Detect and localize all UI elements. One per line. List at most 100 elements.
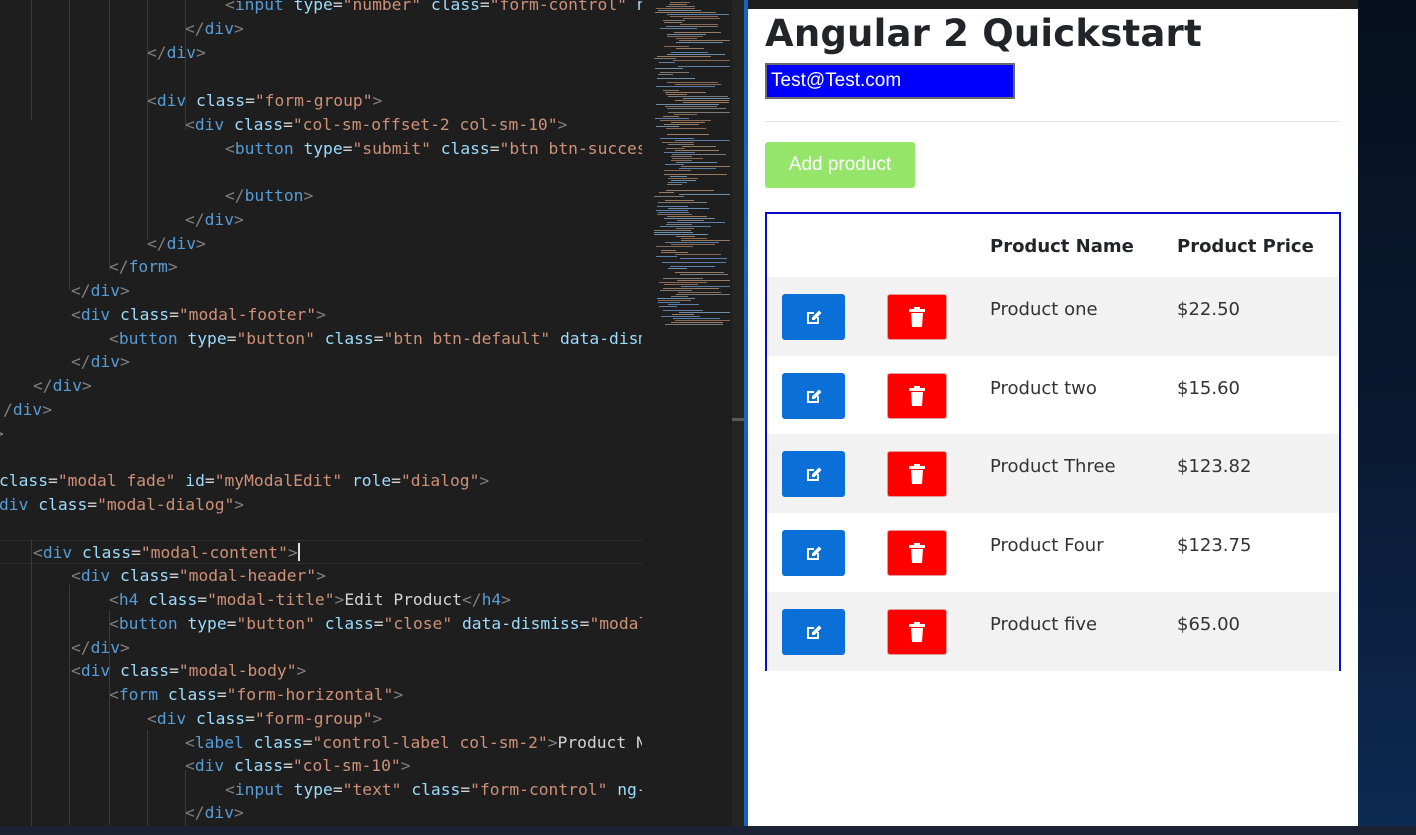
code-token: > (234, 495, 245, 514)
table-header: Product Name Product Price (767, 214, 1339, 275)
delete-product-button[interactable] (887, 609, 947, 655)
code-token: / (3, 400, 13, 419)
minimap-line (680, 24, 718, 25)
product-price-cell: $123.75 (1177, 535, 1252, 556)
minimap-line (654, 234, 708, 235)
delete-product-button[interactable] (887, 373, 947, 419)
minimap-line (674, 32, 721, 33)
code-token: "form-control" (470, 780, 608, 799)
code-token: = (283, 115, 293, 134)
code-line-content: </div> (71, 350, 130, 374)
code-token: button (118, 614, 178, 633)
trash-icon (908, 542, 926, 564)
product-price-cell: $123.82 (1177, 456, 1252, 477)
minimap-line (663, 20, 685, 21)
code-token: class (196, 709, 246, 728)
code-token: role (351, 471, 392, 490)
code-token: < (71, 661, 81, 680)
minimap-line (665, 164, 684, 165)
minimap-line (667, 108, 726, 109)
code-token: class (38, 495, 88, 514)
minimap-line (657, 214, 692, 215)
code-token: < (185, 756, 195, 775)
delete-product-button[interactable] (887, 451, 947, 497)
editor-scrollbar[interactable] (732, 0, 744, 826)
code-token: div (204, 803, 235, 822)
code-token: div (0, 495, 29, 514)
code-token: "btn btn-success (499, 139, 642, 158)
code-line-content: div class="modal-dialog"> (0, 493, 244, 517)
code-token: < (71, 566, 81, 585)
code-token: > (334, 590, 345, 609)
delete-product-button[interactable] (887, 294, 947, 340)
editor-minimap[interactable] (642, 0, 732, 826)
code-token: = (48, 471, 58, 490)
code-token: div (166, 234, 197, 253)
minimap-line (671, 160, 692, 161)
minimap-line (660, 138, 694, 139)
minimap-line (678, 292, 721, 293)
edit-product-button[interactable] (782, 609, 845, 655)
minimap-line (659, 192, 674, 193)
email-field[interactable] (765, 63, 1015, 99)
edit-product-button[interactable] (782, 373, 845, 419)
code-token: < (71, 305, 81, 324)
code-token: div (194, 756, 225, 775)
code-line-content: </div> (185, 208, 244, 232)
minimap-line (658, 10, 701, 11)
code-token: </ (71, 281, 91, 300)
edit-product-button[interactable] (782, 294, 845, 340)
indent-guide (69, 585, 70, 825)
code-token: type (303, 139, 343, 158)
code-token: > (400, 756, 411, 775)
product-price-cell: $65.00 (1177, 614, 1240, 635)
code-token: = (226, 329, 237, 348)
code-token: div (166, 43, 197, 62)
indent-guide (185, 0, 186, 130)
minimap-line (671, 322, 723, 323)
code-token: = (283, 756, 293, 775)
scrollbar-thumb[interactable] (732, 418, 744, 421)
code-line-content: </div> (185, 801, 244, 825)
code-token: </ (185, 803, 205, 822)
minimap-line (667, 216, 707, 217)
code-line-content: </div> (71, 636, 130, 660)
minimap-line (660, 226, 711, 227)
minimap-line (676, 38, 697, 39)
minimap-line (659, 62, 675, 63)
code-token: > (167, 257, 178, 276)
code-token: > (557, 115, 568, 134)
code-token: class (411, 780, 461, 799)
minimap-line (675, 100, 729, 101)
edit-product-button[interactable] (782, 530, 845, 576)
minimap-line (658, 300, 691, 301)
code-line-content: <div class="col-sm-10"> (185, 754, 411, 778)
code-line[interactable]: <div class="modal-content"> (0, 540, 642, 564)
minimap-line (667, 34, 706, 35)
minimap-line (667, 82, 718, 83)
code-token: = (489, 139, 500, 158)
code-editor[interactable]: <input type="number" class="form-control… (0, 0, 642, 826)
edit-product-button[interactable] (782, 451, 845, 497)
minimap-line (661, 316, 700, 317)
code-token: class (82, 543, 132, 562)
code-token: Product Na (557, 733, 642, 752)
minimap-line (665, 92, 706, 93)
code-token: div (194, 115, 225, 134)
add-product-button[interactable]: Add product (765, 142, 915, 188)
minimap-line (657, 56, 711, 57)
code-token: form (118, 685, 159, 704)
code-token: = (342, 139, 353, 158)
edit-icon (804, 543, 824, 563)
code-token: = (302, 733, 313, 752)
minimap-line (666, 148, 685, 149)
delete-product-button[interactable] (887, 530, 947, 576)
desktop-background (1358, 0, 1416, 826)
